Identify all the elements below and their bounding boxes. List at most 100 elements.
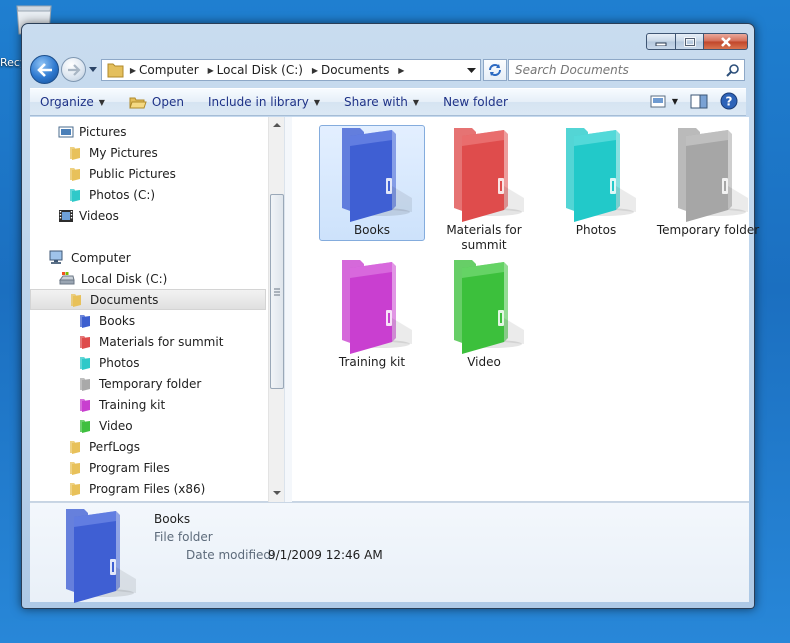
tree-item-label: Pictures [79, 124, 127, 139]
folder-icon [566, 128, 636, 222]
chevron-down-icon[interactable] [467, 67, 476, 74]
tree-item-documents[interactable]: Documents [30, 289, 266, 310]
navigation-bar: ▶ Computer ▶ Local Disk (C:) ▶ Documents… [30, 55, 746, 85]
navigation-pane-scrollbar[interactable] [268, 117, 284, 502]
tree-item-photos-c[interactable]: Photos (C:) [68, 184, 155, 205]
pane-splitter[interactable] [284, 117, 292, 502]
folder-icon [70, 482, 80, 496]
file-item-temporary-folder[interactable]: Temporary folder [655, 125, 761, 241]
file-item-materials-for-summit[interactable]: Materials for summit [431, 125, 537, 252]
file-item-training-kit[interactable]: Training kit [319, 257, 425, 373]
recent-pages-dropdown-icon[interactable] [88, 64, 98, 74]
svg-text:?: ? [726, 95, 733, 109]
tree-item-public-pictures[interactable]: Public Pictures [68, 163, 176, 184]
tree-item-temporary-folder[interactable]: Temporary folder [78, 373, 201, 394]
tree-item-label: My Pictures [89, 145, 158, 160]
share-with-button[interactable]: Share with ▼ [334, 89, 433, 115]
folder-icon [70, 461, 80, 475]
tree-item-materials-for-summit[interactable]: Materials for summit [78, 331, 223, 352]
folder-icon [678, 128, 748, 222]
restore-icon [683, 36, 696, 47]
tree-item-pictures[interactable]: Pictures [58, 121, 127, 142]
scroll-up-icon[interactable] [270, 119, 284, 131]
breadcrumb-chevron-icon[interactable]: ▶ [127, 66, 139, 75]
search-input[interactable] [509, 60, 709, 80]
tree-item-perflogs[interactable]: PerfLogs [68, 436, 140, 457]
help-icon[interactable]: ? [720, 92, 738, 110]
close-button[interactable] [704, 33, 748, 50]
folder-icon [107, 63, 124, 78]
tree-item-local-disk[interactable]: Local Disk (C:) [58, 268, 167, 289]
view-icon [650, 95, 666, 107]
file-item-label: Temporary folder [656, 223, 760, 237]
chevron-down-icon: ▼ [671, 96, 678, 106]
open-label: Open [151, 95, 184, 109]
breadcrumb-local-disk[interactable]: Local Disk (C:) [217, 63, 309, 77]
tree-item-program-files-x86[interactable]: Program Files (x86) [68, 478, 205, 499]
folder-icon [66, 509, 136, 603]
include-in-library-button[interactable]: Include in library ▼ [198, 89, 334, 115]
tree-item-label: Photos [99, 355, 140, 370]
tree-item-label: Photos (C:) [89, 187, 156, 202]
organize-button[interactable]: Organize ▼ [30, 89, 119, 115]
content-area: Pictures My Pictures Public Pictures Pho… [30, 117, 759, 502]
pictures-library-icon [58, 126, 74, 137]
file-item-label: Training kit [338, 355, 406, 369]
folder-icon [80, 419, 90, 433]
tree-item-label: Documents [90, 292, 159, 307]
scrollbar-thumb[interactable] [270, 194, 284, 389]
breadcrumb-computer[interactable]: Computer [139, 63, 205, 77]
share-with-label: Share with [344, 95, 408, 109]
file-item-label: Materials for summit [446, 223, 522, 252]
minimize-button[interactable] [646, 33, 676, 50]
back-button[interactable] [30, 55, 59, 84]
search-icon[interactable] [726, 63, 740, 77]
folder-icon [342, 128, 412, 222]
new-folder-label: New folder [443, 95, 508, 109]
breadcrumb-chevron-icon[interactable]: ▶ [205, 66, 217, 75]
file-item-video[interactable]: Video [431, 257, 537, 373]
tree-item-label: Public Pictures [89, 166, 176, 181]
details-file-type: File folder [154, 530, 213, 544]
drive-icon [59, 271, 75, 284]
file-item-label: Video [467, 355, 501, 369]
videos-library-icon [59, 209, 73, 222]
file-item-photos[interactable]: Photos [543, 125, 649, 241]
folder-icon [70, 146, 80, 160]
file-item-books[interactable]: Books [319, 125, 425, 241]
change-view-button[interactable]: ▼ [650, 95, 678, 108]
tree-item-label: Materials for summit [99, 334, 224, 349]
tree-item-label: Books [99, 313, 136, 328]
scroll-down-icon[interactable] [270, 487, 284, 499]
view-controls: ▼ ? [650, 92, 738, 110]
refresh-button[interactable] [483, 59, 507, 81]
folder-icon [70, 440, 80, 454]
grip-icon [274, 288, 280, 296]
tree-item-video[interactable]: Video [78, 415, 133, 436]
open-button[interactable]: Open [119, 89, 198, 115]
folder-icon [70, 167, 80, 181]
tree-item-my-pictures[interactable]: My Pictures [68, 142, 158, 163]
tree-item-books[interactable]: Books [78, 310, 135, 331]
folder-icon [454, 128, 524, 222]
tree-item-program-files[interactable]: Program Files [68, 457, 170, 478]
file-list: Books Materials for summit Photos Tempor… [292, 117, 759, 502]
address-bar[interactable]: ▶ Computer ▶ Local Disk (C:) ▶ Documents… [101, 59, 481, 81]
preview-pane-icon[interactable] [690, 94, 708, 109]
breadcrumb-chevron-icon[interactable]: ▶ [309, 66, 321, 75]
tree-item-photos[interactable]: Photos [78, 352, 139, 373]
breadcrumb-chevron-icon[interactable]: ▶ [395, 66, 407, 75]
tree-item-computer[interactable]: Computer [48, 247, 131, 268]
chevron-down-icon: ▼ [412, 97, 420, 107]
tree-item-label: Computer [71, 250, 131, 265]
tree-item-label: Program Files (x86) [89, 481, 206, 496]
tree-item-videos[interactable]: Videos [58, 205, 119, 226]
tree-item-label: Program Files [89, 460, 170, 475]
folder-icon [342, 260, 412, 354]
new-folder-button[interactable]: New folder [433, 89, 522, 115]
maximize-button[interactable] [676, 33, 704, 50]
folder-icon [454, 260, 524, 354]
tree-item-training-kit[interactable]: Training kit [78, 394, 165, 415]
breadcrumb-documents[interactable]: Documents [321, 63, 395, 77]
forward-button[interactable] [61, 57, 86, 82]
